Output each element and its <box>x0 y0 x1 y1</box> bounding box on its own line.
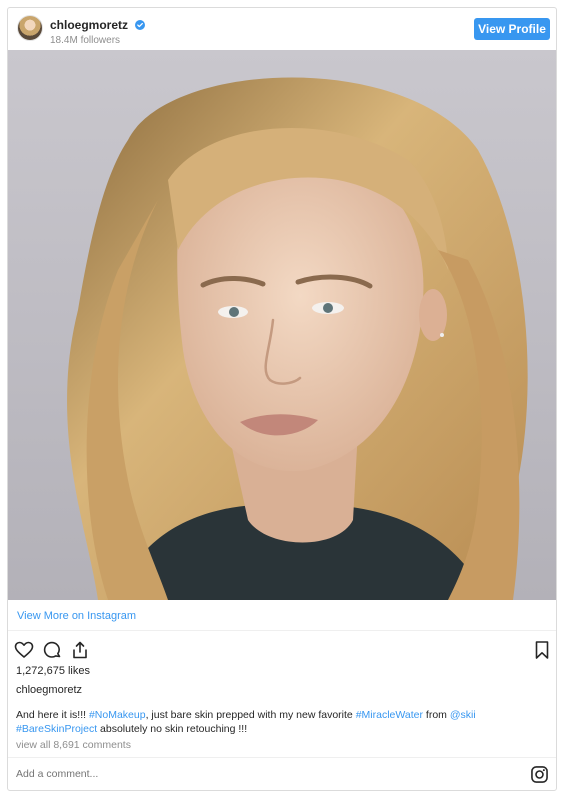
like-count[interactable]: 1,272,675 likes <box>16 665 90 677</box>
username[interactable]: chloegmoretz <box>50 18 128 32</box>
caption-text: absolutely no skin retouching !!! <box>97 723 248 735</box>
view-all-comments-link[interactable]: view all 8,691 comments <box>16 739 131 751</box>
caption-text: , just bare skin prepped with my new fav… <box>145 709 356 721</box>
add-comment-input[interactable] <box>16 768 496 780</box>
heart-icon[interactable] <box>14 640 34 660</box>
caption-text: And here it is!!! <box>16 709 89 721</box>
post-owner-name[interactable]: chloegmoretz <box>16 684 82 696</box>
view-profile-button[interactable]: View Profile <box>474 18 550 40</box>
post-header: chloegmoretz 18.4M followers View Profil… <box>8 8 556 48</box>
view-more-on-instagram-link[interactable]: View More on Instagram <box>17 610 136 622</box>
post-caption: And here it is!!! #NoMakeup, just bare s… <box>16 708 546 736</box>
user-block: chloegmoretz 18.4M followers <box>50 16 146 46</box>
divider <box>8 630 556 631</box>
verified-badge-icon <box>135 19 146 30</box>
hashtag-link[interactable]: #NoMakeup <box>89 709 146 721</box>
divider <box>8 757 556 758</box>
mention-link[interactable]: @skii <box>450 709 476 721</box>
share-icon[interactable] <box>70 640 90 660</box>
action-bar <box>14 640 552 660</box>
avatar-icon[interactable] <box>17 15 43 41</box>
follower-count: 18.4M followers <box>50 35 121 46</box>
comment-icon[interactable] <box>42 640 62 660</box>
hashtag-link[interactable]: #BareSkinProject <box>16 723 97 735</box>
instagram-embed-card: chloegmoretz 18.4M followers View Profil… <box>7 7 557 791</box>
instagram-icon[interactable] <box>531 766 548 783</box>
post-photo[interactable] <box>8 50 556 600</box>
hashtag-link[interactable]: #MiracleWater <box>356 709 423 721</box>
portrait-illustration <box>67 77 528 600</box>
caption-text: from <box>422 709 450 721</box>
bookmark-icon[interactable] <box>532 640 552 660</box>
